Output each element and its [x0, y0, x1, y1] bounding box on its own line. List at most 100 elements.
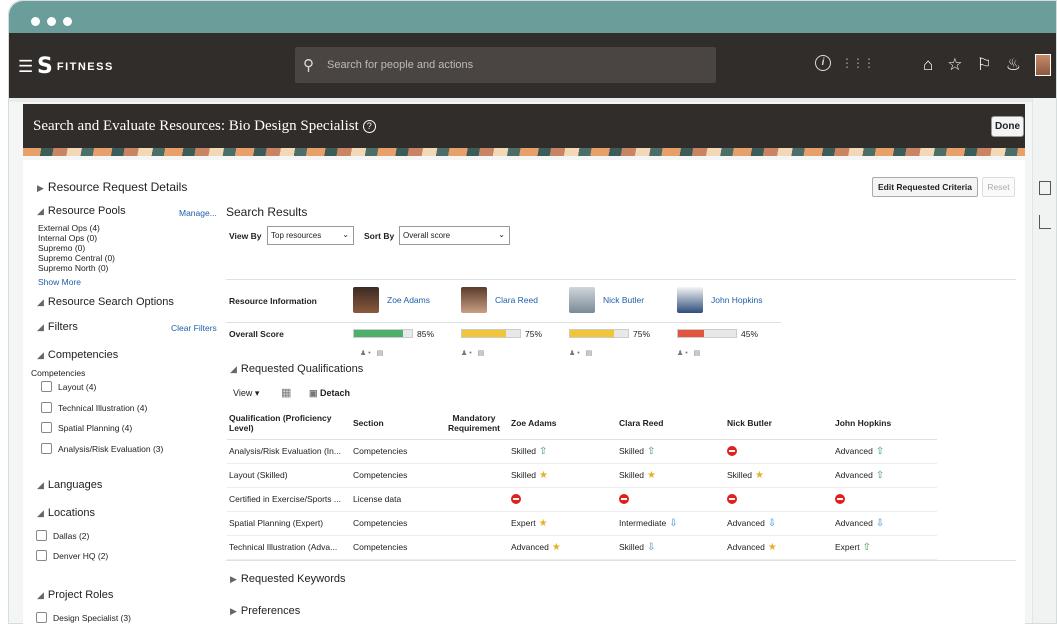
window-dot[interactable]	[63, 17, 72, 26]
chart-icon[interactable]	[1039, 215, 1051, 229]
proficiency-cell: Intermediate ⇩	[617, 511, 725, 536]
app-logo[interactable]: S FITNESS	[37, 54, 114, 79]
table-row[interactable]: Analysis/Risk Evaluation (In... Competenc…	[227, 439, 937, 464]
resource-pools-header[interactable]: ◢ Resource Pools	[37, 205, 126, 217]
proficiency-label: Advanced	[727, 541, 765, 552]
competency-filter[interactable]: Spatial Planning (4)	[41, 422, 132, 433]
filters-header[interactable]: ◢ Filters	[37, 321, 78, 333]
below-arrow-icon: ⇩	[767, 517, 777, 529]
competency-filter[interactable]: Technical Illustration (4)	[41, 402, 147, 413]
checkbox[interactable]	[41, 422, 52, 433]
collapse-icon: ◢	[37, 350, 44, 360]
info-icon[interactable]: i	[815, 55, 831, 71]
pool-item[interactable]: Supremo North (0)	[38, 263, 108, 273]
checkbox[interactable]	[36, 612, 47, 623]
project-roles-header[interactable]: ◢ Project Roles	[37, 589, 113, 601]
divider	[226, 322, 781, 323]
home-icon[interactable]: ⌂	[923, 55, 933, 75]
logo-s-icon: S	[37, 54, 53, 79]
proficiency-cell: Skilled ⇧	[617, 439, 725, 464]
resource-card[interactable]: Zoe Adams	[353, 287, 430, 313]
reset-button[interactable]: Reset	[982, 177, 1015, 197]
pool-item[interactable]: External Ops (4)	[38, 223, 100, 233]
qualification-cell: Analysis/Risk Evaluation (In...	[227, 439, 351, 464]
proficiency-label: Skilled	[619, 541, 645, 552]
competencies-header[interactable]: ◢ Competencies	[37, 349, 118, 361]
checkbox[interactable]	[36, 550, 47, 561]
resource-search-options-header[interactable]: ◢ Resource Search Options	[37, 296, 174, 308]
checkbox[interactable]	[41, 402, 52, 413]
view-by-select[interactable]: Top resources ⌄	[267, 226, 354, 245]
pool-item[interactable]: Supremo (0)	[38, 243, 85, 253]
location-filter[interactable]: Denver HQ (2)	[36, 550, 108, 561]
user-avatar[interactable]	[1035, 54, 1052, 76]
hamburger-menu-icon[interactable]: ☰	[18, 57, 33, 77]
side-panel-strip	[1032, 98, 1056, 623]
resource-action-icons[interactable]: ♟• ▤	[360, 349, 385, 357]
help-icon[interactable]: ?	[362, 120, 376, 134]
table-row[interactable]: Technical Illustration (Adva... Competenc…	[227, 535, 937, 560]
view-menu[interactable]: View ▾	[233, 388, 259, 399]
checkbox[interactable]	[41, 443, 52, 454]
checkbox[interactable]	[41, 381, 52, 392]
resource-action-icons[interactable]: ♟• ▤	[461, 349, 486, 357]
column-header[interactable]: Mandatory Requirement	[439, 407, 509, 440]
show-more-link[interactable]: Show More	[38, 277, 81, 287]
resource-request-details-toggle[interactable]: ▶ Resource Request Details	[37, 180, 187, 194]
pool-item[interactable]: Supremo Central (0)	[38, 253, 115, 263]
resource-card[interactable]: John Hopkins	[677, 287, 763, 313]
column-header[interactable]: Clara Reed	[617, 407, 725, 440]
preferences-toggle[interactable]: ▶ Preferences	[230, 605, 300, 617]
resource-action-icons[interactable]: ♟• ▤	[569, 349, 594, 357]
no-match-icon	[835, 494, 845, 505]
section-cell: Competencies	[351, 511, 439, 536]
window-dot[interactable]	[31, 17, 40, 26]
locations-header[interactable]: ◢ Locations	[37, 507, 95, 519]
window-dot[interactable]	[47, 17, 56, 26]
languages-header[interactable]: ◢ Languages	[37, 479, 102, 491]
checkbox[interactable]	[36, 530, 47, 541]
pool-item[interactable]: Internal Ops (0)	[38, 233, 97, 243]
table-row[interactable]: Spatial Planning (Expert) Competencies Exp…	[227, 511, 937, 536]
search-input[interactable]	[327, 59, 707, 71]
divider	[226, 560, 1016, 561]
global-search[interactable]: ⚲	[295, 47, 716, 83]
resource-card[interactable]: Clara Reed	[461, 287, 538, 313]
qualifications-table: Qualification (Proficiency Level) Sectio…	[227, 407, 937, 560]
clear-filters-link[interactable]: Clear Filters	[171, 323, 217, 333]
competency-filter[interactable]: Analysis/Risk Evaluation (3)	[41, 443, 163, 454]
flag-icon[interactable]: ⚐	[977, 55, 992, 75]
table-row[interactable]: Layout (Skilled) Competencies Skilled ★ Skil…	[227, 463, 937, 488]
apps-grid-icon[interactable]: ⋮⋮⋮	[841, 56, 875, 70]
manage-link[interactable]: Manage...	[179, 208, 217, 218]
document-icon[interactable]	[1039, 181, 1051, 195]
column-header[interactable]: Qualification (Proficiency Level)	[227, 407, 351, 440]
resource-action-icons[interactable]: ♟• ▤	[677, 349, 702, 357]
collapse-icon: ◢	[37, 206, 44, 216]
score-fill	[462, 330, 506, 337]
freeze-icon[interactable]: ▦	[281, 386, 291, 399]
competency-filter[interactable]: Layout (4)	[41, 381, 96, 392]
edit-requested-criteria-button[interactable]: Edit Requested Criteria	[872, 177, 978, 197]
score-fill	[570, 330, 614, 337]
requested-keywords-toggle[interactable]: ▶ Requested Keywords	[230, 573, 345, 585]
proficiency-cell	[725, 439, 833, 464]
column-header[interactable]: Nick Butler	[725, 407, 833, 440]
project-role-filter[interactable]: Design Specialist (3)	[36, 612, 131, 623]
done-button[interactable]: Done	[991, 116, 1024, 137]
column-header[interactable]: Zoe Adams	[509, 407, 617, 440]
proficiency-cell: Advanced ★	[725, 535, 833, 560]
table-row[interactable]: Certified in Exercise/Sports ... License …	[227, 487, 937, 512]
resource-card[interactable]: Nick Butler	[569, 287, 644, 313]
column-header[interactable]: Section	[351, 407, 439, 440]
score-fill	[678, 330, 705, 337]
app-name: FITNESS	[56, 60, 114, 73]
sort-by-select[interactable]: Overall score ⌄	[399, 226, 510, 245]
favorites-star-icon[interactable]: ☆	[947, 55, 962, 75]
detach-button[interactable]: ▣ Detach	[309, 388, 350, 399]
requested-qualifications-header[interactable]: ◢ Requested Qualifications	[230, 363, 363, 375]
proficiency-label: Advanced	[835, 469, 873, 480]
location-filter[interactable]: Dallas (2)	[36, 530, 89, 541]
bell-icon[interactable]: ♨	[1006, 55, 1021, 75]
column-header[interactable]: John Hopkins	[833, 407, 937, 440]
